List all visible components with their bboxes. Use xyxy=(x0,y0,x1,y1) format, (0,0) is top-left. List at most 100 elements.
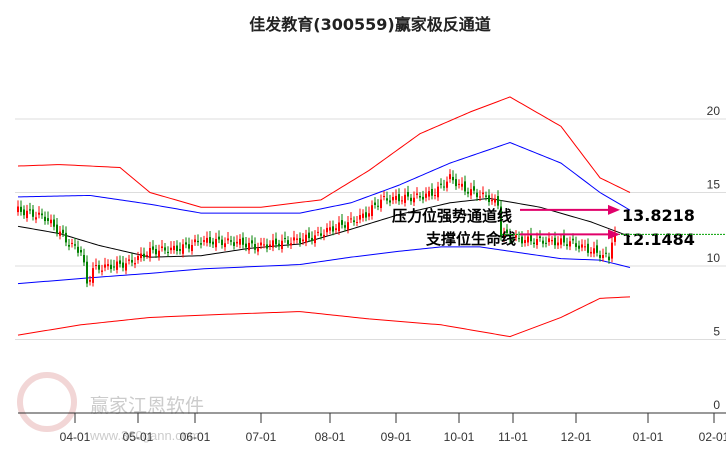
candle-body xyxy=(290,243,292,246)
candle-body xyxy=(254,244,256,250)
candle-body xyxy=(125,263,127,271)
candle-body xyxy=(536,239,538,246)
resistance-value: 13.8218 xyxy=(622,206,695,225)
candle-body xyxy=(299,238,301,244)
candle-body xyxy=(278,243,280,247)
x-tick-label: 04-01 xyxy=(60,430,91,444)
y-tick-label: 20 xyxy=(707,104,721,118)
x-tick-label: 09-01 xyxy=(381,430,412,444)
resistance-label: 压力位强势通道线 xyxy=(392,207,512,225)
candle-body xyxy=(71,242,73,244)
candle-body xyxy=(605,252,607,254)
candle-body xyxy=(542,240,544,244)
candle-body xyxy=(347,222,349,230)
candle-body xyxy=(305,234,307,243)
candle-body xyxy=(218,236,220,240)
candle-body xyxy=(608,256,610,261)
candle-body xyxy=(317,231,319,233)
candle-body xyxy=(602,255,604,258)
candle-body xyxy=(461,183,463,187)
candle-body xyxy=(50,219,52,224)
candle-body xyxy=(569,241,571,247)
candle-body xyxy=(161,246,163,249)
candle-body xyxy=(581,244,583,248)
candle-body xyxy=(164,247,166,251)
candle-body xyxy=(362,213,364,218)
candle-body xyxy=(257,248,259,252)
candle-body xyxy=(560,238,562,245)
support-value: 12.1484 xyxy=(622,230,695,249)
candle-body xyxy=(155,248,157,255)
candle-body xyxy=(476,192,478,198)
candle-body xyxy=(488,195,490,203)
candle-body xyxy=(224,243,226,248)
candle-body xyxy=(227,238,229,241)
candle-body xyxy=(137,255,139,261)
candle-body xyxy=(527,236,529,243)
candle-body xyxy=(335,228,337,231)
candle-body xyxy=(491,199,493,202)
candle-body xyxy=(68,244,70,247)
candle-body xyxy=(143,253,145,258)
candle-body xyxy=(233,242,235,246)
grid xyxy=(15,118,726,340)
candle-body xyxy=(131,259,133,263)
candle-body xyxy=(338,222,340,232)
candle-body xyxy=(89,279,91,282)
candle-body xyxy=(149,248,151,258)
candle-body xyxy=(20,206,22,212)
candle-body xyxy=(413,197,415,203)
candle-body xyxy=(47,218,49,221)
candle-body xyxy=(473,186,475,191)
candle-body xyxy=(350,218,352,220)
axes: 0 5 10 15 20 04-01 05-01 06-01 07-01 08-01 09-01 10… xyxy=(18,104,726,444)
candle-body xyxy=(392,196,394,201)
candle-body xyxy=(272,240,274,248)
band-middle xyxy=(17,197,631,258)
candle-body xyxy=(191,245,193,252)
candle-body xyxy=(62,229,64,234)
candle-body xyxy=(410,197,412,202)
candle-body xyxy=(110,264,112,270)
annotations: 压力位强势通道线 13.8218 支撑位生命线 12.1484 xyxy=(392,204,726,249)
candle-body xyxy=(485,195,487,197)
candle-body xyxy=(494,198,496,203)
candle-body xyxy=(524,240,526,244)
candle-body xyxy=(119,260,121,264)
bands xyxy=(17,96,631,338)
chart-title: 佳发教育(300559)赢家极反通道 xyxy=(249,15,490,34)
candle-body xyxy=(386,198,388,201)
candle-body xyxy=(251,240,253,244)
candle-body xyxy=(194,239,196,243)
candle-body xyxy=(359,215,361,220)
candle-body xyxy=(575,243,577,247)
x-tick-label: 10-01 xyxy=(444,430,475,444)
candle-body xyxy=(533,242,535,245)
candle-body xyxy=(158,250,160,257)
candle-body xyxy=(122,262,124,268)
candle-body xyxy=(578,245,580,249)
candle-body xyxy=(281,240,283,249)
candle-body xyxy=(203,240,205,242)
candle-body xyxy=(53,219,55,227)
candle-body xyxy=(311,237,313,241)
candle-body xyxy=(440,183,442,185)
candle-body xyxy=(584,246,586,248)
x-tick-label: 06-01 xyxy=(180,430,211,444)
candle-body xyxy=(263,244,265,246)
candle-body xyxy=(206,237,208,243)
candle-body xyxy=(80,250,82,253)
candle-body xyxy=(353,220,355,223)
candle-body xyxy=(200,243,202,245)
candle-body xyxy=(320,233,322,236)
watermark-name: 赢家江恩软件 xyxy=(90,395,204,417)
chart-svg: 佳发教育(300559)赢家极反通道 赢家江恩软件 www.360gann.co… xyxy=(15,15,726,444)
band-inner-lower xyxy=(17,246,631,285)
candle-body xyxy=(26,210,28,219)
candle-body xyxy=(308,232,310,239)
support-label: 支撑位生命线 xyxy=(425,230,516,248)
candle-body xyxy=(107,264,109,267)
candle-body xyxy=(452,176,454,181)
candle-body xyxy=(371,205,373,216)
candle-body xyxy=(383,196,385,198)
